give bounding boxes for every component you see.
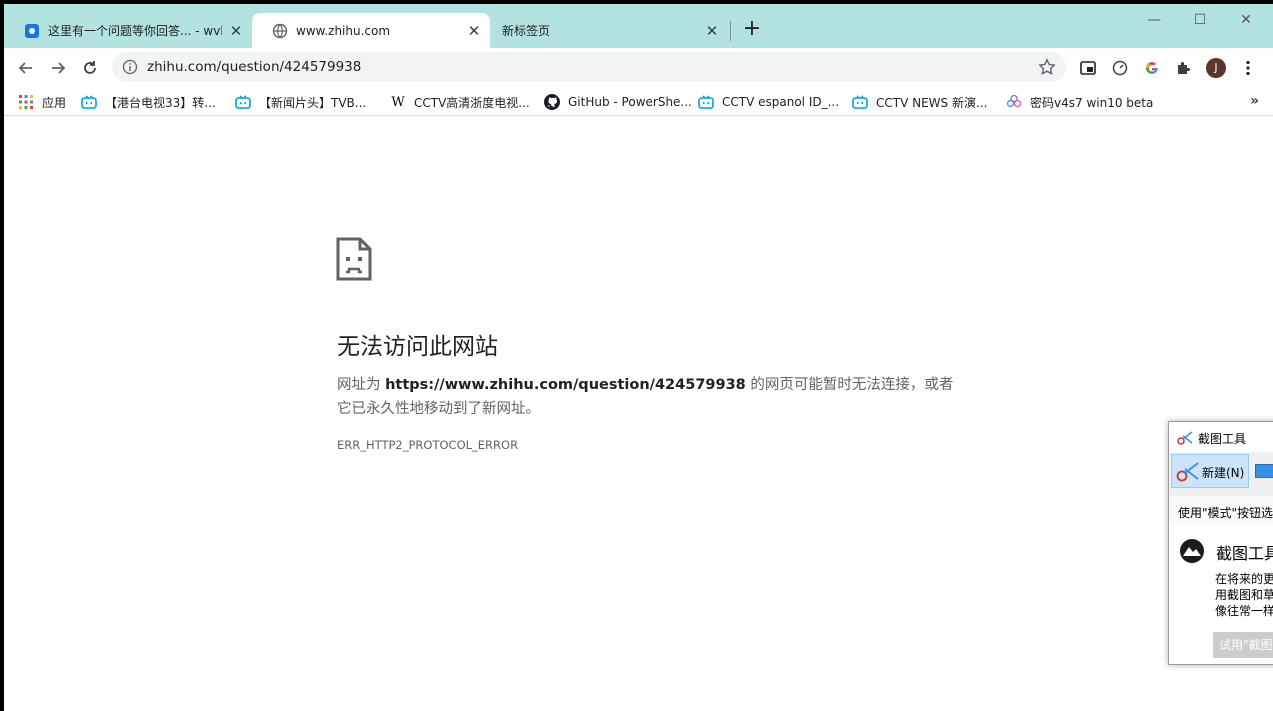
- bookmark-label: 【港台电视33】转...: [105, 95, 216, 110]
- close-icon[interactable]: ✕: [466, 23, 482, 39]
- bookmark-label: 密码v4s7 win10 beta: [1030, 95, 1154, 110]
- wikipedia-icon: W: [391, 94, 405, 110]
- scissors-icon: [1176, 462, 1199, 482]
- bookmark-item[interactable]: 【港台电视33】转...: [81, 92, 216, 112]
- bookmark-item[interactable]: CCTV espanol ID_...: [698, 92, 839, 112]
- speedometer-icon: [1112, 60, 1128, 76]
- bookmark-item[interactable]: CCTV NEWS 新演...: [852, 92, 987, 112]
- promo-title: 截图工具: [1216, 544, 1273, 563]
- bilibili-icon: [235, 94, 251, 110]
- bilibili-icon: [852, 94, 868, 110]
- close-window-button[interactable]: ✕: [1223, 10, 1269, 30]
- minimize-button[interactable]: —: [1131, 10, 1177, 30]
- sad-page-icon: [336, 237, 372, 281]
- profile-avatar[interactable]: J: [1206, 58, 1226, 78]
- tab-title: 这里有一个问题等你回答... - wvb: [48, 24, 222, 38]
- tab-strip: 这里有一个问题等你回答... - wvb ✕ www.zhihu.com ✕ 新…: [4, 4, 1273, 48]
- error-description: 网址为 https://www.zhihu.com/question/42457…: [337, 373, 957, 421]
- error-desc-prefix: 网址为: [337, 377, 386, 393]
- bookmark-item[interactable]: 【新闻片头】TVB...: [235, 92, 366, 112]
- browser-window: 这里有一个问题等你回答... - wvb ✕ www.zhihu.com ✕ 新…: [4, 4, 1273, 711]
- globe-icon: [272, 23, 288, 38]
- bilibili-icon: [698, 94, 714, 110]
- tab-separator: [730, 21, 731, 41]
- reload-button[interactable]: [76, 54, 104, 82]
- snipping-tool-titlebar[interactable]: 截图工具: [1169, 422, 1273, 452]
- tab-new-tab[interactable]: 新标签页 ✕: [490, 13, 728, 48]
- tab-title: www.zhihu.com: [296, 23, 391, 38]
- error-title: 无法访问此网站: [337, 334, 498, 360]
- doc-icon: [25, 23, 39, 38]
- error-url: https://www.zhihu.com/question/424579938: [385, 377, 746, 393]
- close-icon[interactable]: ✕: [228, 23, 244, 39]
- promo-body: 在将来的更 用截图和草 像往常一样: [1215, 572, 1273, 618]
- toolbar: zhihu.com/question/424579938 J: [4, 48, 1273, 88]
- bookmark-item[interactable]: W CCTV高清浙度电视...: [390, 92, 530, 112]
- back-button[interactable]: [12, 54, 40, 82]
- bookmark-item[interactable]: 密码v4s7 win10 beta: [1006, 92, 1153, 112]
- forward-arrow-icon: [52, 62, 66, 74]
- forward-button[interactable]: [44, 54, 72, 82]
- apps-grid-icon: [18, 94, 34, 110]
- google-extension-button[interactable]: [1142, 58, 1162, 78]
- snip-sketch-logo-icon: [1180, 539, 1204, 563]
- extensions-button[interactable]: [1174, 58, 1194, 78]
- github-icon: [544, 94, 560, 110]
- mode-hint: 使用"模式"按钮选: [1169, 496, 1273, 526]
- close-icon[interactable]: ✕: [704, 23, 720, 39]
- bookmark-star-icon[interactable]: [1038, 58, 1056, 76]
- reload-icon: [84, 61, 96, 74]
- back-arrow-icon: [18, 62, 32, 74]
- speed-extension-button[interactable]: [1110, 58, 1130, 78]
- address-bar[interactable]: zhihu.com/question/424579938: [112, 52, 1066, 82]
- more-vert-icon: [1246, 60, 1250, 76]
- picture-in-picture-icon: [1080, 61, 1096, 75]
- bookmarks-overflow-button[interactable]: »: [1250, 93, 1259, 109]
- flower-icon: [1006, 94, 1022, 110]
- bookmark-label: 【新闻片头】TVB...: [259, 95, 367, 110]
- tab-zhihu[interactable]: www.zhihu.com ✕: [252, 13, 490, 48]
- error-code: ERR_HTTP2_PROTOCOL_ERROR: [337, 438, 519, 452]
- bookmark-label: CCTV高清浙度电视...: [414, 95, 530, 110]
- bookmark-label: CCTV NEWS 新演...: [876, 95, 988, 110]
- bookmark-item[interactable]: GitHub - PowerShe...: [544, 92, 692, 112]
- try-snip-sketch-button[interactable]: 试用"截图: [1213, 632, 1273, 658]
- bookmark-label: CCTV espanol ID_...: [722, 95, 840, 109]
- bilibili-icon: [81, 94, 97, 110]
- tab-title: 新标签页: [502, 24, 551, 38]
- snipping-tool-title: 截图工具: [1198, 432, 1247, 446]
- new-snip-label: 新建(N): [1202, 466, 1245, 480]
- maximize-button[interactable]: ☐: [1177, 10, 1223, 30]
- scissors-icon: [1177, 431, 1193, 445]
- promo-panel: 截图工具 在将来的更 用截图和草 像往常一样 试用"截图: [1169, 526, 1273, 664]
- menu-button[interactable]: [1238, 58, 1258, 78]
- bookmark-label: GitHub - PowerShe...: [568, 95, 692, 109]
- snipping-tool-window: 截图工具 新建(N) 使用"模式"按钮选 截图工具 在将来的更 用截图和草 像往…: [1168, 421, 1273, 665]
- tab-question[interactable]: 这里有一个问题等你回答... - wvb ✕: [4, 13, 252, 48]
- new-snip-button[interactable]: 新建(N): [1171, 454, 1249, 488]
- bookmark-label: 应用: [42, 95, 67, 110]
- puzzle-icon: [1178, 62, 1190, 74]
- mode-button[interactable]: [1255, 464, 1273, 478]
- info-icon[interactable]: [122, 59, 138, 75]
- new-tab-button[interactable]: +: [740, 18, 764, 42]
- url-text[interactable]: zhihu.com/question/424579938: [147, 59, 361, 75]
- bookmark-apps[interactable]: 应用: [18, 92, 66, 112]
- google-icon: [1145, 62, 1158, 74]
- media-button[interactable]: [1078, 58, 1098, 78]
- bookmarks-bar: 应用 【港台电视33】转... 【新闻片头】TVB... W CCTV高清浙度电…: [4, 88, 1273, 116]
